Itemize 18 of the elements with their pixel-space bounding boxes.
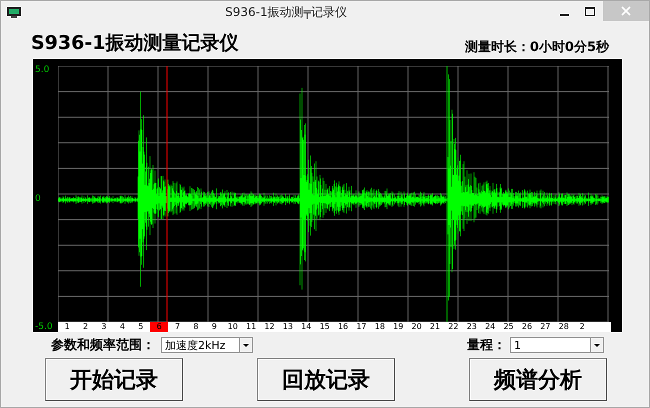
app-icon	[7, 6, 21, 18]
range-dropdown[interactable]: 1	[510, 337, 604, 353]
app-title: S936-1振动测量记录仪	[31, 31, 238, 56]
y-axis-label: 0	[35, 194, 42, 204]
close-icon	[621, 6, 631, 16]
window-title: S936-1振动测╤记录仪	[224, 4, 348, 20]
range-label: 量程：	[467, 337, 506, 354]
maximize-icon	[585, 6, 595, 16]
x-axis-mark[interactable]: 6	[150, 322, 168, 332]
param-label: 参数和频率范围：	[51, 336, 155, 354]
duration-text: 测量时长：0小时0分5秒	[464, 39, 609, 56]
action-button[interactable]: 频谱分析	[469, 358, 607, 401]
y-axis-label: -5.0	[35, 322, 54, 332]
minimize-icon	[560, 14, 568, 16]
action-button[interactable]: 开始记录	[45, 358, 183, 401]
y-axis-label: 5.0	[35, 65, 50, 75]
param-dropdown[interactable]: 加速度2kHz	[161, 337, 253, 353]
action-button[interactable]: 回放记录	[257, 358, 395, 401]
